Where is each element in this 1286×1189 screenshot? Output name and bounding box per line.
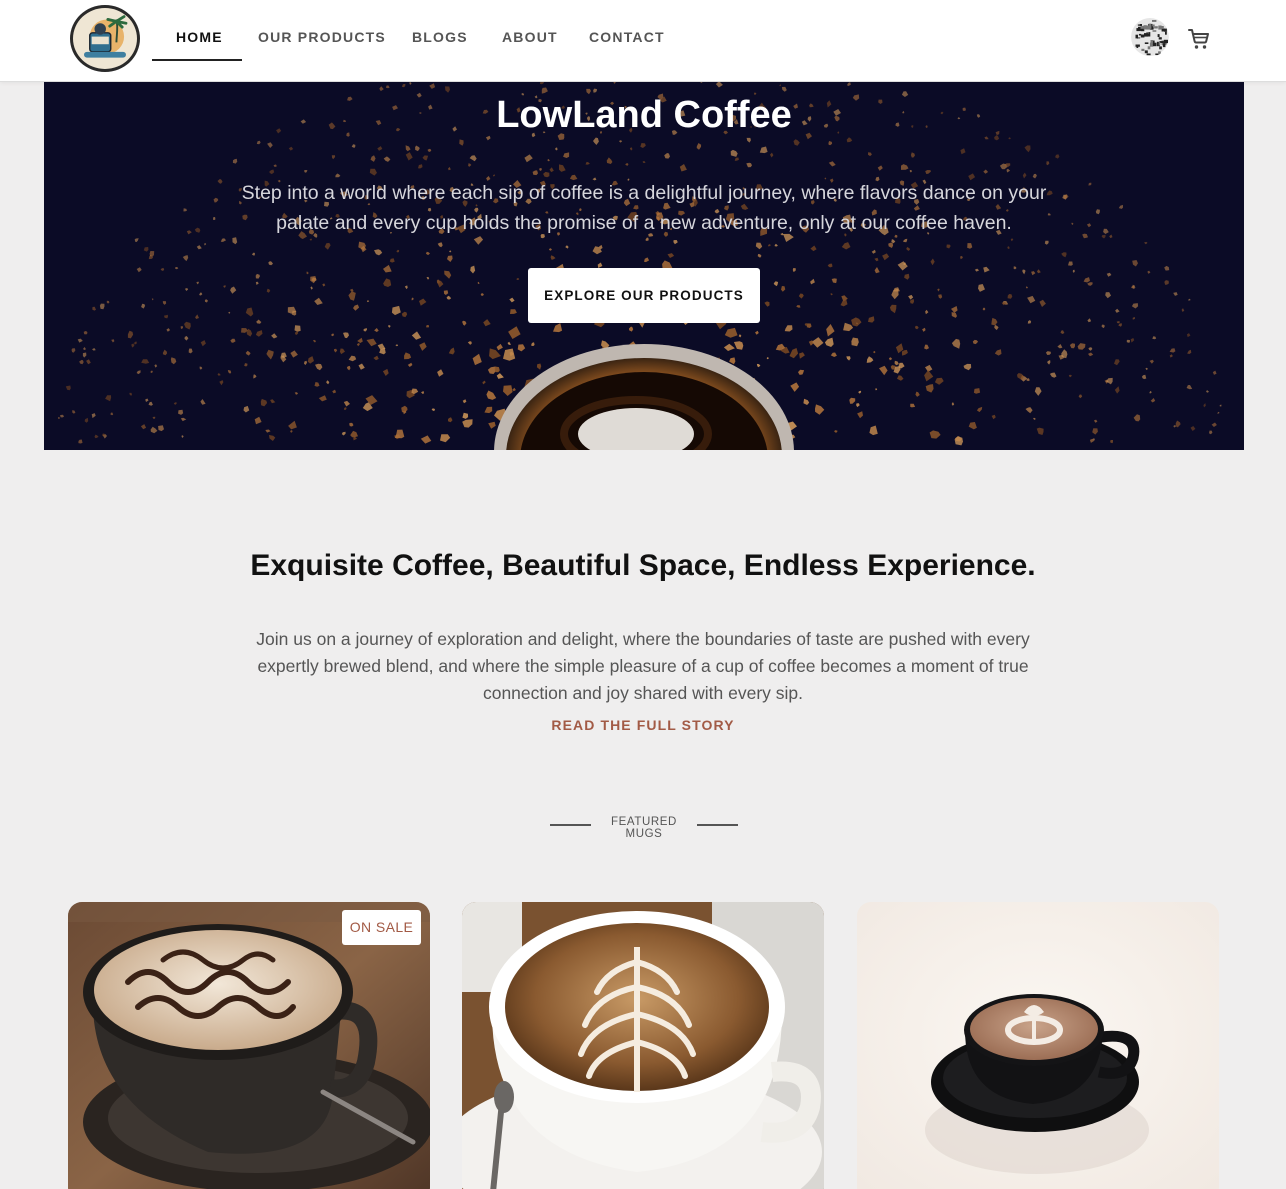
nav-home[interactable]: HOME bbox=[176, 29, 223, 45]
logo-graphic bbox=[76, 9, 134, 68]
product-card-latte[interactable] bbox=[462, 902, 824, 1189]
user-avatar[interactable] bbox=[1131, 17, 1169, 57]
hero-title: LowLand Coffee bbox=[496, 94, 792, 136]
product-card-black-cup[interactable] bbox=[857, 902, 1219, 1189]
shopping-cart-icon[interactable] bbox=[1187, 27, 1211, 51]
active-nav-indicator bbox=[152, 59, 242, 61]
avatar-pattern-icon bbox=[1131, 18, 1169, 56]
on-sale-badge: ON SALE bbox=[342, 910, 421, 945]
top-navbar: HOME OUR PRODUCTS BLOGS ABOUT CONTACT bbox=[0, 0, 1286, 82]
brand-logo[interactable] bbox=[70, 5, 140, 72]
divider-line-left bbox=[550, 824, 591, 826]
mocha-mug-image bbox=[68, 902, 430, 1189]
read-full-story-link[interactable]: READ THE FULL STORY bbox=[0, 717, 1286, 733]
nav-our-products[interactable]: OUR PRODUCTS bbox=[258, 29, 386, 45]
featured-mugs-label: FEATURED MUGS bbox=[611, 816, 677, 840]
hero-banner: LowLand Coffee Step into a world where e… bbox=[44, 82, 1244, 450]
product-card-mocha[interactable]: ON SALE bbox=[68, 902, 430, 1189]
nav-blogs[interactable]: BLOGS bbox=[412, 29, 468, 45]
about-description: Join us on a journey of exploration and … bbox=[256, 629, 1030, 703]
coffee-granules-background bbox=[57, 82, 1222, 450]
divider-line-right bbox=[697, 824, 738, 826]
nav-contact[interactable]: CONTACT bbox=[589, 29, 665, 45]
about-heading: Exquisite Coffee, Beautiful Space, Endle… bbox=[250, 549, 1036, 582]
hero-description: Step into a world where each sip of coff… bbox=[241, 182, 1047, 234]
black-cup-latte-image bbox=[857, 902, 1219, 1189]
explore-products-button[interactable]: EXPLORE OUR PRODUCTS bbox=[528, 268, 760, 323]
latte-art-cup-image bbox=[462, 902, 824, 1189]
featured-mugs-divider: FEATURED MUGS bbox=[550, 815, 738, 840]
nav-about[interactable]: ABOUT bbox=[502, 29, 558, 45]
